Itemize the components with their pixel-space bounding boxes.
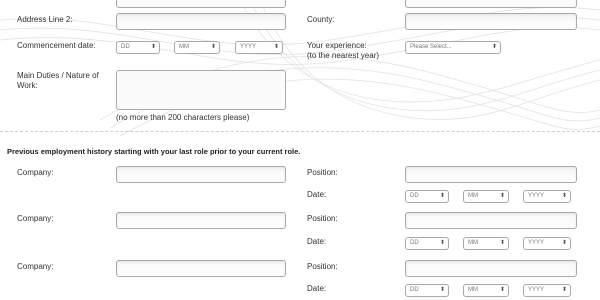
experience-label: Your experience: [307, 41, 367, 50]
select-value: DD [410, 240, 419, 246]
chevron-updown-icon: ⬍ [439, 193, 445, 199]
select-value: DD [410, 287, 419, 293]
position-input[interactable] [405, 212, 577, 229]
chevron-updown-icon: ⬍ [499, 193, 505, 199]
date-month-select[interactable]: MM ⬍ [463, 237, 509, 250]
select-value: MM [468, 287, 478, 293]
date-year-select[interactable]: YYYY ⬍ [523, 190, 571, 203]
date-label: Date: [307, 237, 327, 246]
address-line-2-label: Address Line 2: [17, 15, 73, 24]
company-label: Company: [17, 168, 54, 177]
date-year-select[interactable]: YYYY ⬍ [523, 284, 571, 297]
select-value: MM [468, 193, 478, 199]
chevron-updown-icon: ⬍ [210, 44, 216, 50]
main-duties-label: Main Duties / Nature of [17, 71, 99, 80]
address-line-2-input[interactable] [116, 13, 286, 30]
position-label: Position: [307, 214, 338, 223]
select-value: YYYY [528, 287, 545, 293]
company-input[interactable] [116, 260, 286, 277]
company-label: Company: [17, 214, 54, 223]
date-year-select[interactable]: YYYY ⬍ [523, 237, 571, 250]
address-line-1-input-partial[interactable] [116, 0, 286, 8]
county-input[interactable] [405, 13, 577, 30]
commencement-month-select[interactable]: MM ⬍ [174, 41, 220, 54]
chevron-updown-icon: ⬍ [491, 44, 497, 50]
chevron-updown-icon: ⬍ [150, 44, 156, 50]
commencement-year-select[interactable]: YYYY ⬍ [235, 41, 283, 54]
county-label: County: [307, 15, 335, 24]
chevron-updown-icon: ⬍ [561, 240, 567, 246]
select-value: Please Select... [410, 44, 452, 50]
select-value: MM [179, 44, 189, 50]
select-value: DD [121, 44, 130, 50]
select-value: YYYY [528, 240, 545, 246]
chevron-updown-icon: ⬍ [499, 240, 505, 246]
date-month-select[interactable]: MM ⬍ [463, 284, 509, 297]
chevron-updown-icon: ⬍ [499, 287, 505, 293]
main-duties-textarea[interactable] [116, 70, 286, 110]
main-duties-label-2: Work: [17, 81, 38, 90]
select-value: YYYY [240, 44, 257, 50]
previous-employment-heading: Previous employment history starting wit… [7, 147, 301, 156]
chevron-updown-icon: ⬍ [439, 287, 445, 293]
select-value: YYYY [528, 193, 545, 199]
position-input[interactable] [405, 260, 577, 277]
duties-character-note: (no more than 200 characters please) [116, 113, 250, 122]
position-input[interactable] [405, 166, 577, 183]
company-input[interactable] [116, 166, 286, 183]
chevron-updown-icon: ⬍ [561, 193, 567, 199]
select-value: DD [410, 193, 419, 199]
date-day-select[interactable]: DD ⬍ [405, 190, 449, 203]
town-input-partial[interactable] [405, 0, 577, 8]
chevron-updown-icon: ⬍ [561, 287, 567, 293]
experience-sublabel: (to the nearest year) [307, 51, 380, 60]
date-day-select[interactable]: DD ⬍ [405, 237, 449, 250]
position-label: Position: [307, 262, 338, 271]
experience-select[interactable]: Please Select... ⬍ [405, 41, 501, 54]
chevron-updown-icon: ⬍ [439, 240, 445, 246]
commencement-day-select[interactable]: DD ⬍ [116, 41, 160, 54]
date-day-select[interactable]: DD ⬍ [405, 284, 449, 297]
section-divider [0, 131, 600, 132]
position-label: Position: [307, 168, 338, 177]
date-label: Date: [307, 190, 327, 199]
commencement-date-label: Commencement date: [17, 41, 96, 50]
date-label: Date: [307, 284, 327, 293]
chevron-updown-icon: ⬍ [273, 44, 279, 50]
company-label: Company: [17, 262, 54, 271]
select-value: MM [468, 240, 478, 246]
date-month-select[interactable]: MM ⬍ [463, 190, 509, 203]
company-input[interactable] [116, 212, 286, 229]
